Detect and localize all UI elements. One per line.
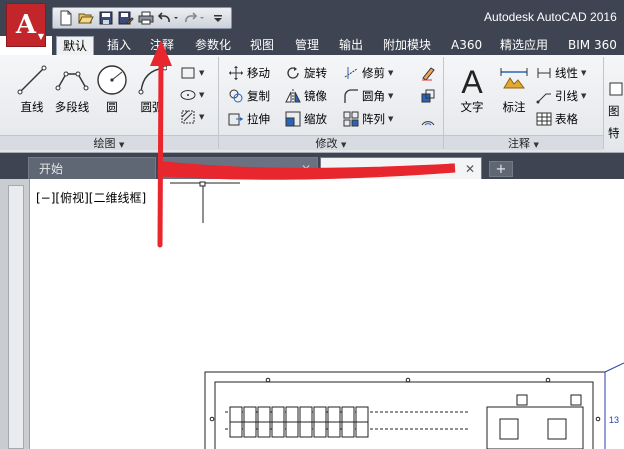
chevron-down-icon: ▼ — [37, 32, 44, 41]
panel-divider — [603, 57, 604, 149]
erase-icon — [420, 65, 436, 81]
scale-button[interactable]: 缩放 — [285, 109, 327, 129]
stretch-icon — [228, 111, 244, 127]
ellipse-icon — [180, 87, 196, 103]
move-icon — [228, 65, 244, 81]
tab-view[interactable]: 视图 — [250, 36, 274, 55]
linear-dim-icon — [536, 65, 552, 81]
circle-label: 圆 — [106, 100, 118, 114]
trim-icon — [343, 65, 359, 81]
fillet-icon — [343, 88, 359, 104]
text-button[interactable]: A 文字 — [452, 61, 492, 121]
dimension-icon — [500, 68, 528, 89]
tab-addins[interactable]: 附加模块 — [383, 36, 431, 55]
tab-a360[interactable]: A360 — [451, 36, 482, 55]
mirror-icon — [285, 88, 301, 104]
tab-start[interactable]: 开始 — [28, 157, 156, 179]
line-label: 直线 — [20, 100, 44, 114]
rectangle-button[interactable]: ▼ — [180, 63, 204, 83]
tab-output[interactable]: 输出 — [339, 36, 363, 55]
circle-icon — [97, 65, 127, 95]
svg-text:13: 13 — [609, 415, 619, 425]
copy-button[interactable]: 复制 — [228, 86, 270, 106]
customize-icon[interactable] — [208, 9, 228, 27]
document-tab-bar: 开始 ✕ ✕ + — [0, 153, 624, 179]
text-icon: A — [461, 64, 483, 97]
tab-parametric[interactable]: 参数化 — [195, 36, 231, 55]
tab-drawing-2-active[interactable]: ✕ — [320, 157, 482, 179]
leader-button[interactable]: 引线 ▼ — [536, 86, 586, 106]
tab-insert[interactable]: 插入 — [107, 36, 131, 55]
quick-access-toolbar — [52, 7, 232, 29]
line-button[interactable]: 直线 — [10, 61, 54, 121]
move-button[interactable]: 移动 — [228, 63, 270, 83]
drawing-content: 13 — [170, 181, 624, 449]
tab-drawing-1[interactable]: ✕ — [158, 157, 318, 179]
rotate-button[interactable]: 旋转 — [285, 63, 327, 83]
tab-manage[interactable]: 管理 — [295, 36, 319, 55]
explode-icon — [420, 88, 436, 104]
table-icon — [536, 111, 552, 127]
circle-button[interactable]: 圆 — [92, 61, 132, 121]
undo-icon[interactable] — [156, 9, 182, 27]
tab-featured-apps[interactable]: 精选应用 — [500, 36, 548, 55]
arc-button[interactable]: 圆弧 — [134, 61, 170, 121]
application-menu-button[interactable]: A ▼ — [6, 3, 46, 47]
arc-label: 圆弧 — [140, 100, 164, 114]
linear-dim-button[interactable]: 线性 ▼ — [536, 63, 586, 83]
arc-icon — [138, 65, 167, 95]
rotate-icon — [285, 65, 301, 81]
save-as-icon[interactable] — [116, 9, 136, 27]
scale-icon — [285, 111, 301, 127]
new-icon[interactable] — [56, 9, 76, 27]
draw-panel-title[interactable]: 绘图 ▼ — [0, 135, 218, 150]
tab-annotate[interactable]: 注释 — [150, 36, 174, 55]
offset-button[interactable] — [420, 109, 436, 129]
ellipse-button[interactable]: ▼ — [180, 85, 204, 105]
polyline-button[interactable]: 多段线 — [50, 61, 94, 121]
offset-icon — [420, 111, 436, 127]
layer-properties-button[interactable]: 图 特 — [608, 81, 624, 141]
ribbon: 直线 多段线 圆 圆弧 ▼ ▼ ▼ 绘图 ▼ 移动 旋转 修剪 ▼ 复制 镜像 圆… — [0, 55, 624, 153]
drawing-canvas[interactable]: [−][俯视][二维线框] 13 — [0, 179, 624, 449]
rectangle-icon — [180, 65, 196, 81]
close-icon[interactable]: ✕ — [465, 158, 475, 179]
redo-icon[interactable] — [182, 9, 208, 27]
leader-icon — [536, 88, 552, 104]
mirror-button[interactable]: 镜像 — [285, 86, 327, 106]
hatch-icon — [180, 109, 196, 125]
dimension-button[interactable]: 标注 — [494, 61, 534, 121]
new-tab-button[interactable]: + — [489, 161, 513, 177]
layers-icon — [608, 81, 624, 97]
polyline-icon — [55, 71, 89, 91]
modify-panel-title[interactable]: 修改 ▼ — [219, 135, 443, 150]
erase-button[interactable] — [420, 63, 436, 83]
tab-default[interactable]: 默认 — [56, 36, 95, 55]
close-icon[interactable]: ✕ — [301, 158, 311, 179]
fillet-button[interactable]: 圆角 ▼ — [343, 86, 393, 106]
title-bar: A ▼ Autodesk AutoCAD 2016 — [0, 0, 624, 47]
polyline-label: 多段线 — [54, 100, 90, 114]
explode-button[interactable] — [420, 86, 436, 106]
array-button[interactable]: 阵列 ▼ — [343, 109, 393, 129]
array-icon — [343, 111, 359, 127]
table-button[interactable]: 表格 — [536, 109, 578, 129]
autocad-logo-icon: A — [15, 10, 37, 40]
line-icon — [17, 65, 47, 95]
svg-text:A: A — [461, 64, 483, 97]
annotation-panel-title[interactable]: 注释 ▼ — [444, 135, 603, 150]
open-icon[interactable] — [76, 9, 96, 27]
trim-button[interactable]: 修剪 ▼ — [343, 63, 393, 83]
stretch-button[interactable]: 拉伸 — [228, 109, 270, 129]
app-title: Autodesk AutoCAD 2016 — [484, 10, 617, 24]
hatch-button[interactable]: ▼ — [180, 107, 204, 127]
ribbon-tab-bar: 默认 插入 注释 参数化 视图 管理 输出 附加模块 A360 精选应用 BIM… — [52, 36, 624, 55]
save-icon[interactable] — [96, 9, 116, 27]
print-icon[interactable] — [136, 9, 156, 27]
copy-icon — [228, 88, 244, 104]
tab-bim360[interactable]: BIM 360 — [568, 36, 617, 55]
